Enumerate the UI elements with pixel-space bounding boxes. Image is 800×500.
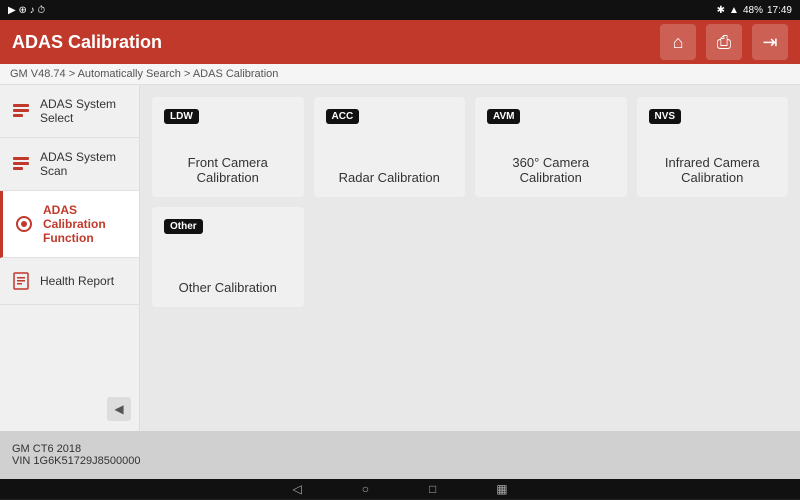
calibration-grid-row2: Other Other Calibration <box>152 207 788 307</box>
print-button[interactable]: ⎙ <box>706 24 742 60</box>
page-title: ADAS Calibration <box>12 32 162 53</box>
sidebar-collapse-button[interactable]: ◀ <box>107 397 131 421</box>
other-calibration-label: Other Calibration <box>164 280 292 295</box>
avm-badge: AVM <box>487 109 520 124</box>
sidebar-item-label: Health Report <box>40 274 114 288</box>
bluetooth-icon: ✱ <box>717 5 725 16</box>
home-button[interactable]: ⌂ <box>660 24 696 60</box>
header-actions: ⌂ ⎙ ⇥ <box>660 24 788 60</box>
status-left: ▶ ⊕ ♪ ⏱ <box>8 5 45 16</box>
radar-label: Radar Calibration <box>326 170 454 185</box>
other-badge: Other <box>164 219 203 234</box>
calibration-grid-row1: LDW Front CameraCalibration ACC Radar Ca… <box>152 97 788 197</box>
infrared-camera-label: Infrared CameraCalibration <box>649 155 777 185</box>
status-bar: ▶ ⊕ ♪ ⏱ ✱ ▲ 48% 17:49 <box>0 0 800 20</box>
sidebar-item-label: ADAS Calibration Function <box>43 203 129 245</box>
radar-card[interactable]: ACC Radar Calibration <box>314 97 466 197</box>
footer-line2: VIN 1G6K51729J8500000 <box>12 455 788 467</box>
exit-button[interactable]: ⇥ <box>752 24 788 60</box>
back-button[interactable]: ◁ <box>292 482 301 496</box>
nvs-badge: NVS <box>649 109 682 124</box>
sidebar: ADAS System Select ADAS System Scan ADAS… <box>0 85 140 431</box>
content-area: LDW Front CameraCalibration ACC Radar Ca… <box>140 85 800 431</box>
sidebar-item-label: ADAS System Select <box>40 97 129 125</box>
collapse-icon: ◀ <box>114 402 123 416</box>
infrared-camera-card[interactable]: NVS Infrared CameraCalibration <box>637 97 789 197</box>
header-bar: ADAS Calibration ⌂ ⎙ ⇥ <box>0 20 800 64</box>
time-display: 17:49 <box>767 5 792 16</box>
adas-scan-icon <box>10 153 32 175</box>
breadcrumb: GM V48.74 > Automatically Search > ADAS … <box>0 64 800 85</box>
menu-button[interactable]: ▦ <box>496 482 507 496</box>
sidebar-item-label: ADAS System Scan <box>40 150 129 178</box>
recent-apps-button[interactable]: □ <box>429 482 436 496</box>
health-report-icon <box>10 270 32 292</box>
adas-select-icon <box>10 100 32 122</box>
other-calibration-card[interactable]: Other Other Calibration <box>152 207 304 307</box>
360-camera-label: 360° CameraCalibration <box>487 155 615 185</box>
android-home-button[interactable]: ○ <box>362 482 369 496</box>
nav-bar: ◁ ○ □ ▦ <box>0 479 800 499</box>
sidebar-item-health-report[interactable]: Health Report <box>0 258 139 305</box>
adas-calibration-icon <box>13 213 35 235</box>
front-camera-label: Front CameraCalibration <box>164 155 292 185</box>
sidebar-item-adas-system-select[interactable]: ADAS System Select <box>0 85 139 138</box>
sidebar-item-adas-calibration-function[interactable]: ADAS Calibration Function <box>0 191 139 258</box>
ldw-badge: LDW <box>164 109 199 124</box>
front-camera-card[interactable]: LDW Front CameraCalibration <box>152 97 304 197</box>
home-icon: ⌂ <box>673 32 684 53</box>
footer: GM CT6 2018 VIN 1G6K51729J8500000 <box>0 431 800 479</box>
footer-line1: GM CT6 2018 <box>12 443 788 455</box>
360-camera-card[interactable]: AVM 360° CameraCalibration <box>475 97 627 197</box>
signal-icon: ▲ <box>729 5 739 16</box>
sidebar-item-adas-system-scan[interactable]: ADAS System Scan <box>0 138 139 191</box>
status-right: ✱ ▲ 48% 17:49 <box>717 5 792 16</box>
battery-level: 48% <box>743 5 763 16</box>
app-icons: ▶ ⊕ ♪ ⏱ <box>8 5 45 16</box>
print-icon: ⎙ <box>717 32 731 53</box>
acc-badge: ACC <box>326 109 360 124</box>
exit-icon: ⇥ <box>762 32 777 53</box>
main-layout: ADAS System Select ADAS System Scan ADAS… <box>0 85 800 431</box>
